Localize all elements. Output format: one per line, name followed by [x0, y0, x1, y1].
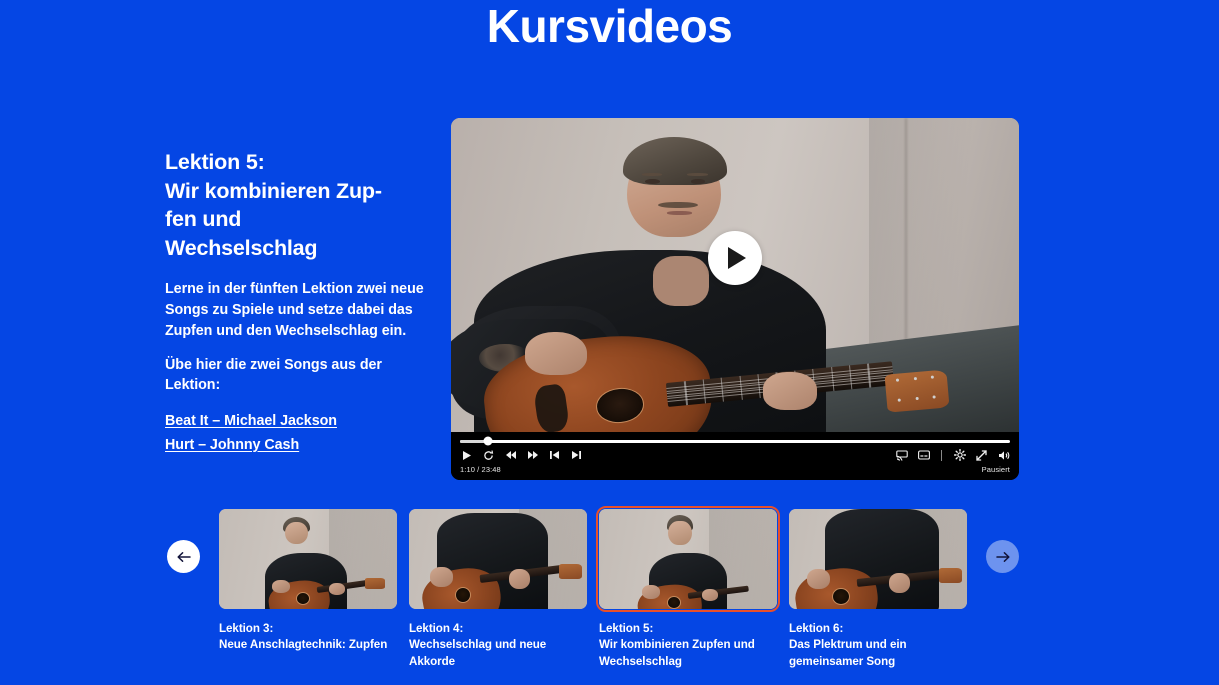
lesson-card-label-4: Lektion 4: Wechselschlag und neue Akkord…	[409, 621, 587, 670]
lesson-thumbnail-6[interactable]	[789, 509, 967, 609]
lesson-title: Das Plektrum und ein gemeinsamer Song	[789, 638, 907, 668]
instructor-neck	[652, 256, 710, 307]
play-button-overlay[interactable]	[708, 230, 762, 285]
lesson-card-6[interactable]: Lektion 6: Das Plektrum und ein gemeinsa…	[789, 509, 967, 670]
time-display: 1:10 / 23:48	[460, 465, 501, 474]
thumb-headstock	[364, 578, 385, 589]
lesson-thumbnail-5[interactable]	[596, 506, 780, 612]
lesson-card-4[interactable]: Lektion 4: Wechselschlag und neue Akkord…	[409, 509, 587, 670]
guitar-tuner	[932, 395, 936, 399]
lesson-card-label-3: Lektion 3: Neue Anschlagtechnik: Zupfen	[219, 621, 397, 654]
thumb-hand	[272, 580, 291, 593]
play-icon	[728, 246, 746, 269]
song-link-hurt[interactable]: Hurt – Johnny Cash	[165, 433, 437, 457]
video-player[interactable]: 1:10 / 23:48 Pausiert	[451, 118, 1019, 480]
instructor-hair	[622, 137, 728, 185]
thumb-hand-2	[329, 583, 346, 595]
lesson-number: Lektion 4:	[409, 622, 464, 635]
arrow-left-icon	[176, 551, 191, 562]
thumb-soundhole	[295, 592, 310, 605]
guitar-tuner	[914, 397, 919, 401]
progress-handle[interactable]	[483, 436, 492, 446]
cast-icon[interactable]	[895, 449, 908, 462]
thumb-hand-2	[702, 589, 719, 601]
settings-gear-icon[interactable]	[953, 449, 966, 462]
lesson-number: Lektion 3:	[219, 622, 274, 635]
lesson-info-panel: Lektion 5: Wir kombinieren Zup- fen und …	[165, 148, 437, 457]
carousel-next-button[interactable]	[986, 540, 1019, 573]
lesson-title: Neue Anschlagtechnik: Zupfen	[219, 638, 388, 652]
volume-icon[interactable]	[997, 449, 1010, 462]
lesson-card-5[interactable]: Lektion 5: Wir kombinieren Zupfen und We…	[596, 506, 780, 670]
guitar-headstock	[883, 369, 950, 413]
guitar-tuner	[895, 379, 899, 383]
thumb-hand	[806, 569, 830, 589]
thumb-hand	[430, 567, 454, 587]
thumb-face	[668, 521, 692, 545]
guitar-tuner	[913, 377, 917, 381]
thumb-soundhole	[666, 596, 681, 609]
lesson-card-3[interactable]: Lektion 3: Neue Anschlagtechnik: Zupfen	[219, 509, 397, 670]
left-controls	[460, 449, 583, 462]
lesson-card-label-5: Lektion 5: Wir kombinieren Zupfen und We…	[599, 621, 777, 670]
thumb-headstock	[558, 564, 582, 579]
carousel-cards: Lektion 3: Neue Anschlagtechnik: Zupfen …	[219, 506, 967, 670]
lesson-description: Lerne in der fünften Lektion zwei neue S…	[165, 281, 424, 339]
main-content: Lektion 5: Wir kombinieren Zup- fen und …	[0, 118, 1219, 488]
control-buttons-row	[460, 447, 1010, 463]
video-stage[interactable]	[451, 118, 1019, 432]
guitar-tuner	[930, 376, 934, 380]
lesson-title: Wechselschlag und neue Akkorde	[409, 638, 547, 668]
player-controls: 1:10 / 23:48 Pausiert	[451, 432, 1019, 480]
guitar-tuner	[897, 398, 901, 402]
thumb-hand-2	[888, 573, 911, 593]
next-track-icon[interactable]	[570, 449, 583, 462]
fast-forward-icon[interactable]	[526, 449, 539, 462]
thumb-headstock	[938, 568, 962, 583]
lesson-title: Wir kombinieren Zupfen und Wechselschlag	[599, 638, 755, 668]
lesson-card-label-6: Lektion 6: Das Plektrum und ein gemeinsa…	[789, 621, 967, 670]
thumb-face	[284, 522, 308, 544]
lesson-thumbnail-3[interactable]	[219, 509, 397, 609]
subtitles-icon[interactable]	[917, 449, 930, 462]
instructor-mouth	[666, 210, 692, 216]
thumb-soundhole	[831, 588, 850, 605]
lesson-heading: Lektion 5: Wir kombinieren Zup- fen und …	[165, 150, 382, 260]
thumb-hand	[641, 585, 660, 599]
lesson-carousel: Lektion 3: Neue Anschlagtechnik: Zupfen …	[0, 505, 1219, 685]
replay-icon[interactable]	[482, 449, 495, 462]
playback-status: Pausiert	[981, 465, 1010, 474]
fullscreen-icon[interactable]	[975, 449, 988, 462]
controls-divider	[941, 449, 942, 461]
progress-bar[interactable]	[460, 436, 1010, 446]
instructor-strumming-hand	[524, 331, 588, 376]
song-links: Beat It – Michael Jackson Hurt – Johnny …	[165, 409, 437, 457]
rewind-icon[interactable]	[504, 449, 517, 462]
carousel-prev-button[interactable]	[167, 540, 200, 573]
lesson-practice-intro: Übe hier die zwei Songs aus der Lektion:	[165, 356, 382, 394]
lesson-thumbnail-4[interactable]	[409, 509, 587, 609]
instructor-eye-left	[645, 179, 661, 184]
song-link-beat-it[interactable]: Beat It – Michael Jackson	[165, 409, 437, 433]
page-title: Kursvideos	[486, 0, 733, 52]
instructor-fretting-hand	[763, 372, 818, 411]
instructor-eye-right	[690, 179, 706, 184]
lesson-number: Lektion 5:	[599, 622, 654, 635]
right-controls	[895, 449, 1010, 462]
lesson-number: Lektion 6:	[789, 622, 844, 635]
time-status-row: 1:10 / 23:48 Pausiert	[460, 464, 1010, 475]
play-icon[interactable]	[460, 449, 473, 462]
previous-track-icon[interactable]	[548, 449, 561, 462]
thumb-hand-2	[508, 569, 531, 589]
arrow-right-icon	[995, 551, 1010, 562]
progress-track	[460, 436, 1010, 446]
